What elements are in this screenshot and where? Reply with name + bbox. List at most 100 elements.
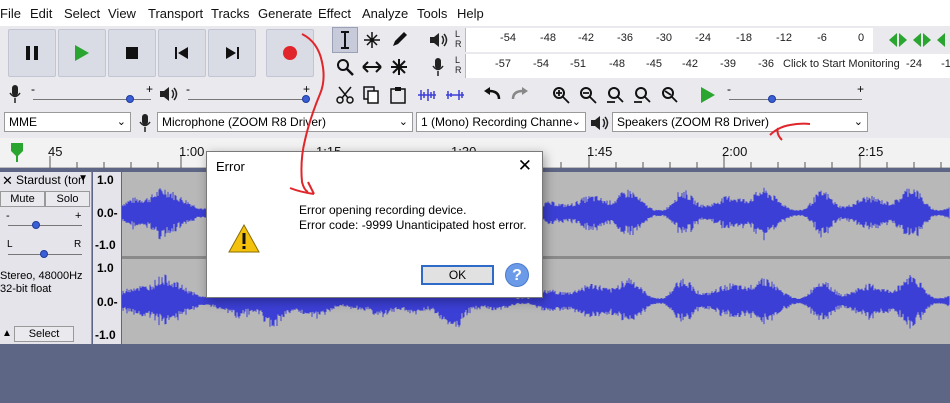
play-icon	[75, 45, 89, 61]
collapse-icon[interactable]: ▲	[2, 328, 12, 339]
mute-button[interactable]: Mute	[0, 191, 45, 207]
zoom-in-button[interactable]	[548, 82, 574, 108]
chevron-down-icon: ⌄	[398, 116, 408, 128]
play-button[interactable]	[58, 29, 106, 77]
pause-button[interactable]	[8, 29, 56, 77]
silence-audio-button[interactable]	[442, 82, 468, 108]
warning-icon	[228, 223, 260, 256]
playback-meter[interactable]: -54 -48 -42 -36 -30 -24 -18 -12 -6 0	[465, 28, 873, 52]
ok-button[interactable]: OK	[421, 265, 494, 285]
track-name-menu[interactable]: Stardust (ton ▼	[14, 173, 91, 190]
skip-to-start-button[interactable]	[158, 29, 206, 77]
menu-view[interactable]: View	[108, 6, 136, 21]
track-format: Stereo, 48000Hz	[0, 270, 83, 282]
recording-device-select[interactable]: Microphone (ZOOM R8 Driver) ⌄	[157, 112, 413, 132]
pan-knob[interactable]	[40, 250, 48, 258]
menu-tracks[interactable]: Tracks	[211, 6, 250, 21]
playback-meter-button[interactable]	[425, 27, 451, 53]
meter-tick: -36	[758, 58, 774, 70]
chevron-down-icon: ⌄	[853, 116, 863, 128]
select-track-button[interactable]: Select	[14, 326, 74, 342]
close-icon[interactable]: ✕	[2, 173, 13, 189]
selection-tool[interactable]	[332, 27, 358, 53]
meter-tick: -1	[941, 58, 950, 70]
audio-host-value: MME	[9, 115, 37, 129]
menu-generate[interactable]: Generate	[258, 6, 312, 21]
help-button[interactable]: ?	[505, 263, 529, 287]
undo-button[interactable]	[480, 82, 506, 108]
monitor-hint[interactable]: Click to Start Monitoring	[783, 58, 900, 70]
gain-knob[interactable]	[32, 221, 40, 229]
zoom-out-button[interactable]	[575, 82, 601, 108]
meter-tick: -30	[656, 32, 672, 44]
asterisk-icon	[391, 59, 407, 75]
record-meter-button[interactable]	[425, 54, 451, 80]
scissors-icon	[336, 86, 354, 104]
undo-icon	[484, 87, 501, 100]
skip-to-end-button[interactable]	[208, 29, 256, 77]
menu-file[interactable]: File	[0, 6, 21, 21]
zoom-out-icon	[580, 87, 597, 104]
speed-plus: +	[857, 82, 865, 96]
trim-audio-button[interactable]	[414, 82, 440, 108]
gain-plus: +	[75, 210, 82, 222]
playback-volume-knob[interactable]	[302, 95, 310, 103]
extra-controls[interactable]	[885, 30, 950, 50]
menu-effect[interactable]: Effect	[318, 6, 351, 21]
menu-analyze[interactable]: Analyze	[362, 6, 408, 21]
ibeam-icon	[341, 31, 349, 49]
solo-button[interactable]: Solo	[45, 191, 90, 207]
speaker-volume-icon	[158, 85, 178, 106]
audio-host-select[interactable]: MME ⌄	[4, 112, 131, 132]
record-button[interactable]	[266, 29, 314, 77]
draw-tool[interactable]	[386, 27, 412, 53]
gain-slider[interactable]	[8, 225, 82, 226]
track-control-panel: ✕ Stardust (ton ▼ Mute Solo - + L R Ster…	[0, 172, 92, 344]
fit-project-button[interactable]	[629, 82, 655, 108]
stop-button[interactable]	[108, 29, 156, 77]
paste-button[interactable]	[385, 82, 411, 108]
cut-button[interactable]	[332, 82, 358, 108]
menu-edit[interactable]: Edit	[30, 6, 52, 21]
menu-transport[interactable]: Transport	[148, 6, 203, 21]
play-at-speed-button[interactable]	[695, 82, 721, 108]
track-bit-depth: 32-bit float	[0, 283, 52, 295]
pause-icon	[26, 46, 38, 60]
play-arrows-icon	[889, 33, 945, 47]
record-icon	[283, 46, 297, 60]
recording-volume-knob[interactable]	[126, 95, 134, 103]
record-meter[interactable]: -57 -54 -51 -48 -45 -42 -39 -36 Click to…	[465, 54, 950, 78]
scale-label: -1.0	[95, 238, 116, 252]
zoom-tool[interactable]	[332, 54, 358, 80]
dialog-title: Error	[216, 159, 245, 174]
menu-select[interactable]: Select	[64, 6, 100, 21]
scale-label: -1.0	[95, 328, 116, 342]
playback-volume-slider[interactable]	[188, 99, 308, 100]
copy-button[interactable]	[358, 82, 384, 108]
mic-volume-icon	[8, 84, 22, 107]
playback-device-select[interactable]: Speakers (ZOOM R8 Driver) ⌄	[612, 112, 868, 132]
menu-help[interactable]: Help	[457, 6, 484, 21]
error-code: Error code: -9999 Unanticipated host err…	[299, 218, 527, 232]
rec-meter-l-label: L	[455, 55, 461, 65]
menu-tools[interactable]: Tools	[417, 6, 447, 21]
redo-button[interactable]	[506, 82, 532, 108]
recording-channels-select[interactable]: 1 (Mono) Recording Channe ⌄	[416, 112, 586, 132]
zoom-toggle-icon	[662, 87, 678, 103]
envelope-tool[interactable]	[359, 27, 385, 53]
close-icon[interactable]: ✕	[518, 156, 532, 176]
zoom-toggle-button[interactable]	[656, 82, 682, 108]
rec-meter-r-label: R	[455, 65, 462, 75]
play-speed-knob[interactable]	[768, 95, 776, 103]
fit-selection-button[interactable]	[602, 82, 628, 108]
multi-tool[interactable]	[386, 54, 412, 80]
meter-tick: -51	[570, 58, 586, 70]
time-shift-tool[interactable]	[359, 54, 385, 80]
play-speed-slider[interactable]	[729, 99, 862, 100]
scale-label: 0.0-	[97, 206, 118, 220]
meter-tick: -24	[695, 32, 711, 44]
chevron-down-icon: ⌄	[571, 116, 581, 128]
meter-tick: -48	[609, 58, 625, 70]
paste-icon	[390, 87, 406, 104]
error-message: Error opening recording device.	[299, 203, 467, 217]
